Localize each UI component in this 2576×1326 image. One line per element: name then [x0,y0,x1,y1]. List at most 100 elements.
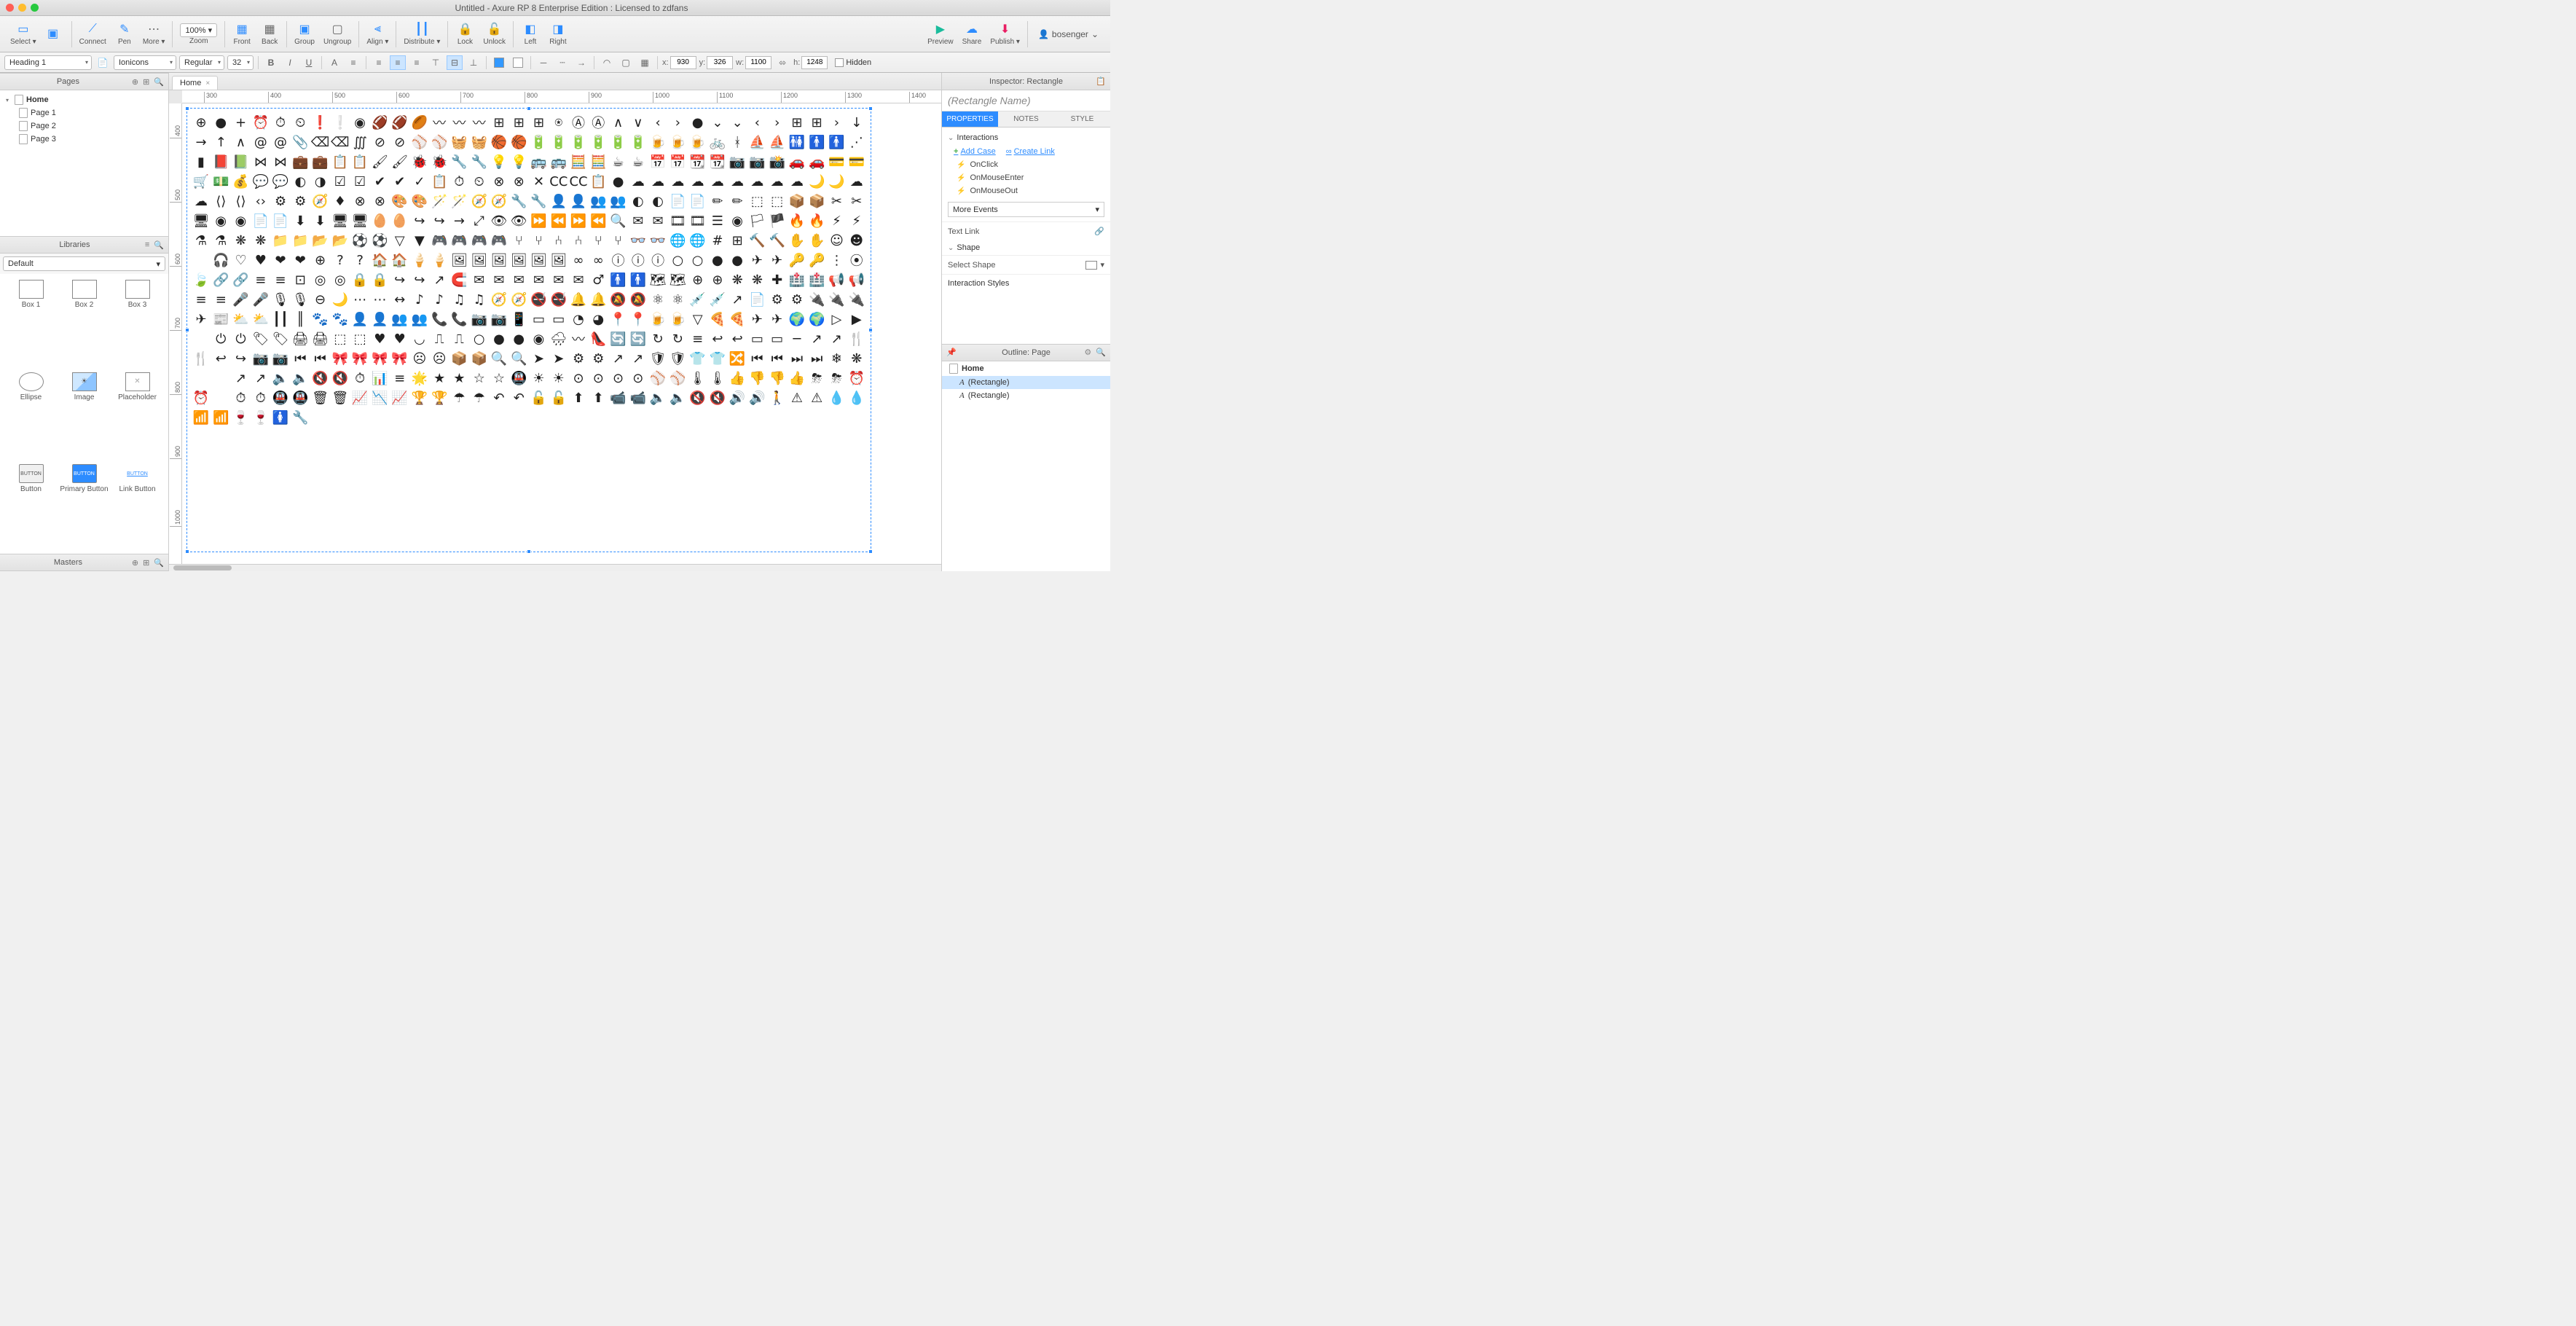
outline-item[interactable]: A(Rectangle) [942,376,1110,389]
shape-section-header[interactable]: Shape [942,240,1110,255]
widget-box2[interactable]: Box 2 [59,277,109,366]
underline-button[interactable]: U [301,55,317,70]
search-icon[interactable]: 🔍 [154,77,164,87]
padding-button[interactable]: ▦ [637,55,653,70]
resize-handle-s[interactable] [527,549,531,554]
add-page-icon[interactable]: ⊕ [132,77,138,87]
widget-placeholder[interactable]: ✕Placeholder [112,369,162,459]
preview-button[interactable]: ▶Preview [924,18,957,50]
zoom-level[interactable]: 100% ▾ [180,23,217,37]
line-style-button[interactable]: ┄ [554,55,570,70]
hidden-checkbox[interactable]: Hidden [835,58,871,67]
minimize-window-button[interactable] [18,4,26,12]
copy-icon[interactable]: 📋 [1096,76,1106,86]
add-master-icon[interactable]: ⊕ [132,558,138,568]
tab-properties[interactable]: PROPERTIES [942,111,998,127]
library-select-dropdown[interactable]: Default▾ [3,256,165,271]
search-icon[interactable]: 🔍 [154,240,164,250]
valign-top-button[interactable]: ⊤ [428,55,444,70]
pen-tool-button[interactable]: ✎Pen [112,18,137,50]
resize-handle-w[interactable] [185,328,189,332]
link-wh-button[interactable]: ⬄ [774,55,790,70]
group-button[interactable]: ▣Group [291,18,318,50]
resize-handle-nw[interactable] [185,106,189,111]
page-tree-item[interactable]: Page 1 [0,106,168,119]
outline-item[interactable]: A(Rectangle) [942,389,1110,402]
tab-notes[interactable]: NOTES [998,111,1054,127]
widget-primary-button[interactable]: BUTTONPrimary Button [59,461,109,551]
connect-tool-button[interactable]: ⟋Connect [76,18,109,50]
unlock-button[interactable]: 🔓Unlock [480,18,508,50]
resize-handle-ne[interactable] [868,106,873,111]
select-region-button[interactable]: ▣ [41,18,66,50]
more-tools-button[interactable]: ⋯More ▾ [140,18,168,50]
valign-middle-button[interactable]: ⊟ [447,55,463,70]
corner-radius-button[interactable]: ◠ [599,55,615,70]
font-size-input[interactable]: 32 [227,55,254,70]
font-weight-dropdown[interactable]: Regular [179,55,224,70]
outline-tree[interactable]: Home A(Rectangle) A(Rectangle) [942,361,1110,572]
widget-image[interactable]: ☀Image [59,369,109,459]
event-onmouseout[interactable]: OnMouseOut [942,184,1110,197]
text-color-button[interactable]: A [326,55,342,70]
add-case-link[interactable]: Add Case [954,147,996,156]
ungroup-button[interactable]: ▢Ungroup [321,18,354,50]
widget-box3[interactable]: Box 3 [112,277,162,366]
filter-icon[interactable]: ⚙ [1084,348,1091,357]
shape-name-input[interactable]: (Rectangle Name) [942,90,1110,111]
bold-button[interactable]: B [263,55,279,70]
border-color-button[interactable] [510,55,526,70]
y-input[interactable] [707,56,733,69]
pages-tree[interactable]: ▾Home Page 1 Page 2 Page 3 [0,90,168,236]
line-arrow-button[interactable]: → [573,55,589,70]
line-width-button[interactable]: ─ [535,55,551,70]
page-tab-home[interactable]: Home× [172,76,218,90]
resize-handle-sw[interactable] [185,549,189,554]
menu-icon[interactable]: ≡ [145,240,149,250]
bring-front-button[interactable]: ▦Front [229,18,254,50]
share-button[interactable]: ☁Share [959,18,985,50]
interactions-section-header[interactable]: Interactions [942,130,1110,145]
text-style-dropdown[interactable]: Heading 1 [4,55,92,70]
close-window-button[interactable] [6,4,14,12]
shape-picker[interactable]: ▾ [1085,260,1104,270]
event-onclick[interactable]: OnClick [942,158,1110,171]
font-family-dropdown[interactable]: Ionicons [114,55,176,70]
event-onmouseenter[interactable]: OnMouseEnter [942,171,1110,184]
pin-icon[interactable]: 📌 [946,348,957,357]
create-link[interactable]: Create Link [1006,147,1055,156]
style-manager-button[interactable]: 📄 [95,55,111,70]
close-tab-icon[interactable]: × [205,79,210,87]
resize-handle-se[interactable] [868,549,873,554]
dock-left-button[interactable]: ◧Left [518,18,543,50]
valign-bottom-button[interactable]: ⊥ [466,55,482,70]
send-back-button[interactable]: ▦Back [257,18,282,50]
fill-color-button[interactable] [491,55,507,70]
x-input[interactable] [670,56,696,69]
widget-button[interactable]: BUTTONButton [6,461,56,551]
w-input[interactable] [745,56,771,69]
scrollbar-thumb[interactable] [173,565,232,570]
align-left-button[interactable]: ≡ [371,55,387,70]
resize-handle-e[interactable] [868,328,873,332]
horizontal-scrollbar[interactable] [169,564,941,571]
tab-style[interactable]: STYLE [1054,111,1110,127]
widget-ellipse[interactable]: Ellipse [6,369,56,459]
publish-button[interactable]: ⬇Publish ▾ [987,18,1023,50]
widget-link-button[interactable]: BUTTONLink Button [112,461,162,551]
link-icon[interactable]: 🔗 [1094,227,1104,236]
more-events-dropdown[interactable]: More Events▾ [948,202,1104,217]
select-tool-button[interactable]: ▭Select ▾ [7,18,39,50]
resize-handle-n[interactable] [527,106,531,111]
page-tree-item[interactable]: Page 2 [0,119,168,133]
search-icon[interactable]: 🔍 [1096,348,1106,357]
dock-right-button[interactable]: ◨Right [546,18,570,50]
maximize-window-button[interactable] [31,4,39,12]
distribute-button[interactable]: ┃┃Distribute ▾ [401,18,443,50]
page-tree-root[interactable]: ▾Home [0,93,168,106]
h-input[interactable] [801,56,828,69]
zoom-control[interactable]: 100% ▾Zoom [177,18,220,50]
add-folder-icon[interactable]: ⊞ [143,558,149,568]
outline-root[interactable]: Home [942,361,1110,376]
bullets-button[interactable]: ≡ [345,55,361,70]
